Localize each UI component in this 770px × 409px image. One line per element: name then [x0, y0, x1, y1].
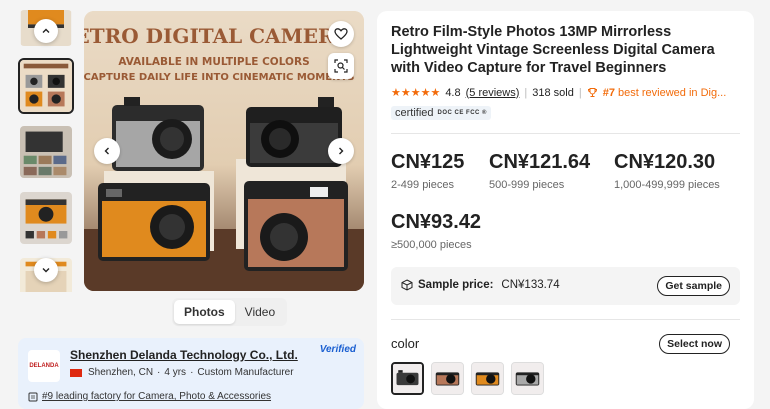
- box-icon: [401, 279, 413, 291]
- heart-icon: [334, 28, 348, 40]
- chevron-up-icon: [42, 28, 50, 33]
- thumbnail-2[interactable]: [18, 124, 74, 180]
- sample-price-box: Sample price: CN¥133.74 Get sample: [391, 267, 740, 305]
- price-tier-0: CN¥125 2-499 pieces: [391, 151, 464, 191]
- supplier-location: Shenzhen, CN: [88, 367, 154, 378]
- divider: [391, 133, 740, 134]
- product-info-panel: Retro Film-Style Photos 13MP Mirrorless …: [377, 11, 754, 409]
- sample-value: CN¥133.74: [501, 279, 560, 291]
- page-edge: [762, 0, 770, 409]
- main-product-image[interactable]: RETRO DIGITAL CAMERA AVAILABLE IN MULTIP…: [84, 11, 364, 291]
- sample-price: Sample price: CN¥133.74: [401, 279, 560, 291]
- best-reviewed-link[interactable]: #7 best reviewed in Dig...: [603, 87, 727, 99]
- tab-video[interactable]: Video: [235, 300, 285, 324]
- product-title: Retro Film-Style Photos 13MP Mirrorless …: [391, 24, 715, 76]
- swatch-silver[interactable]: [511, 362, 544, 395]
- gallery-scroll-up[interactable]: [34, 19, 58, 43]
- swatch-black[interactable]: [391, 362, 424, 395]
- supplier-name-link[interactable]: Shenzhen Delanda Technology Co., Ltd.: [70, 348, 298, 362]
- rating-value: 4.8: [445, 86, 461, 99]
- image-next-button[interactable]: [328, 138, 354, 164]
- image-subline-2: CAPTURE DAILY LIFE INTO CINEMATIC MOMENT…: [84, 72, 354, 83]
- rank-icon: [28, 392, 38, 401]
- tier-price: CN¥125: [391, 151, 465, 173]
- supplier-type: Custom Manufacturer: [197, 367, 294, 378]
- media-tabs: Photos Video: [172, 298, 288, 326]
- tier-quantity: 1,000-499,999 pieces: [614, 179, 720, 191]
- verified-badge: Verified: [319, 344, 356, 355]
- tier-price: CN¥121.64: [489, 151, 591, 173]
- supplier-rank-link[interactable]: #9 leading factory for Camera, Photo & A…: [28, 391, 271, 402]
- favorite-button[interactable]: [328, 21, 354, 47]
- sample-label: Sample price:: [418, 279, 494, 291]
- reviews-link[interactable]: (5 reviews): [466, 87, 520, 99]
- supplier-card: DELANDA Shenzhen Delanda Technology Co.,…: [18, 338, 364, 409]
- china-flag-icon: [70, 368, 82, 377]
- image-headline: RETRO DIGITAL CAMERA: [84, 24, 351, 48]
- get-sample-button[interactable]: Get sample: [657, 276, 730, 296]
- color-swatches: [391, 362, 544, 395]
- image-search-icon: [334, 59, 348, 73]
- supplier-meta: Shenzhen, CN · 4 yrs · Custom Manufactur…: [70, 367, 294, 378]
- thumbnail-strip[interactable]: [18, 10, 76, 292]
- supplier-rank-text: #9 leading factory for Camera, Photo & A…: [42, 391, 272, 402]
- rating-row: ★★★★★ 4.8 (5 reviews) | 318 sold | #7 be…: [391, 86, 727, 100]
- meta-dot: ·: [157, 367, 161, 378]
- tier-price: CN¥120.30: [614, 151, 716, 173]
- thumbnail-3[interactable]: [18, 190, 74, 246]
- swatch-orange[interactable]: [471, 362, 504, 395]
- chevron-right-icon: [339, 147, 344, 155]
- thumbnail-1[interactable]: [18, 58, 74, 114]
- trophy-icon: [587, 88, 597, 97]
- rating-stars: ★★★★★: [391, 87, 441, 99]
- price-tier-1: CN¥121.64 500-999 pieces: [489, 151, 590, 191]
- tier-quantity: 2-499 pieces: [391, 179, 454, 191]
- chevron-left-icon: [104, 147, 109, 155]
- tier-quantity: 500-999 pieces: [489, 179, 565, 191]
- separator: |: [524, 86, 528, 99]
- certified-badge[interactable]: certified DOC CE FCC ®: [391, 106, 491, 120]
- rank-text: best reviewed in Dig...: [618, 86, 727, 99]
- price-tier-2: CN¥120.30 1,000-499,999 pieces: [614, 151, 720, 191]
- separator: |: [578, 86, 582, 99]
- image-prev-button[interactable]: [94, 138, 120, 164]
- chevron-down-icon: [42, 268, 50, 273]
- image-search-button[interactable]: [328, 53, 354, 79]
- swatch-brown[interactable]: [431, 362, 464, 395]
- product-page: RETRO DIGITAL CAMERA AVAILABLE IN MULTIP…: [0, 0, 770, 409]
- tab-photos[interactable]: Photos: [174, 300, 235, 324]
- supplier-logo[interactable]: DELANDA: [28, 350, 60, 382]
- color-label: color: [391, 336, 420, 351]
- rank-number: #7: [602, 86, 615, 99]
- meta-dot: ·: [190, 367, 194, 378]
- sold-count: 318 sold: [532, 86, 574, 99]
- cert-marks: DOC CE FCC ®: [437, 110, 487, 116]
- supplier-years: 4 yrs: [164, 367, 187, 378]
- tier-quantity: ≥500,000 pieces: [391, 239, 472, 251]
- certified-label: certified: [395, 107, 434, 119]
- price-tier-3: CN¥93.42 ≥500,000 pieces: [391, 211, 481, 251]
- select-now-button[interactable]: Select now: [659, 334, 730, 354]
- tier-price: CN¥93.42: [391, 211, 482, 233]
- gallery-scroll-down[interactable]: [34, 258, 58, 282]
- divider: [391, 319, 740, 320]
- image-subline-1: AVAILABLE IN MULTIPLE COLORS: [118, 56, 309, 68]
